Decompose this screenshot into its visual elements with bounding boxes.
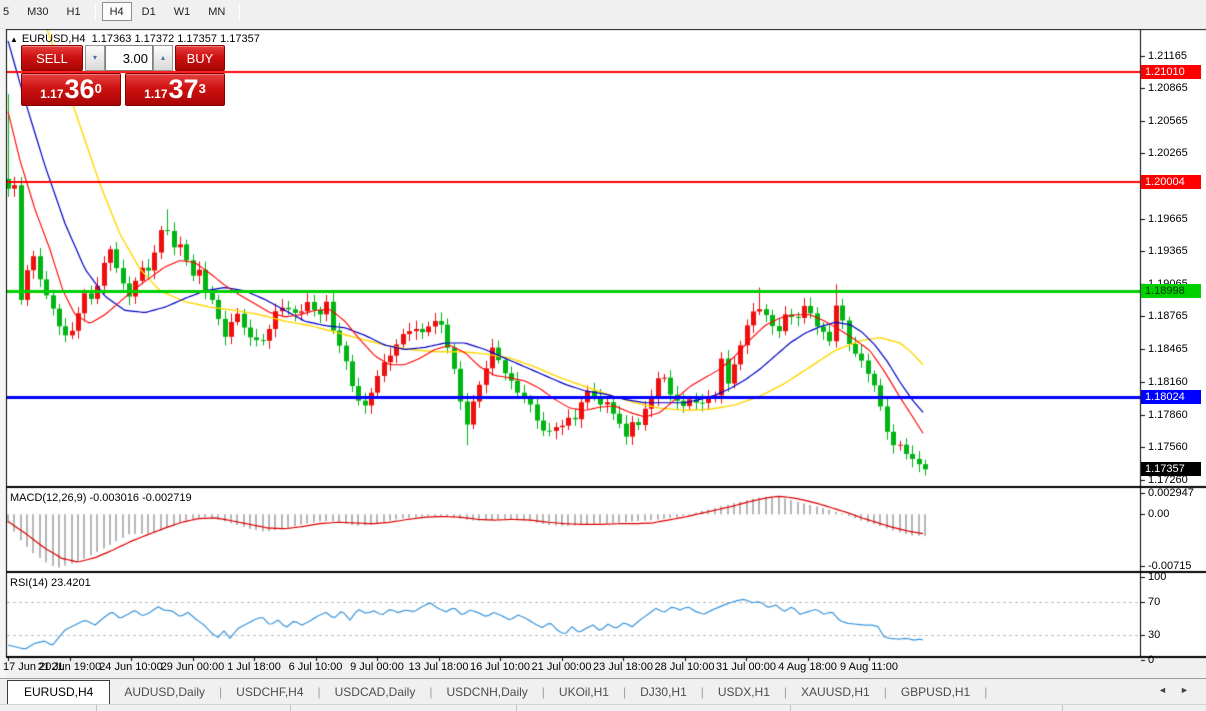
chart-header: ▲ EURUSD,H4 1.17363 1.17372 1.17357 1.173…	[10, 33, 260, 45]
time-axis-label: 29 Jun 00:00	[160, 661, 225, 673]
tab-eurusd-h4[interactable]: EURUSD,H4	[7, 679, 111, 704]
tab-usdchf-h4[interactable]: USDCHF,H4	[222, 680, 317, 704]
price-axis-label: 1.21165	[1148, 49, 1187, 62]
buy-price-big: 37	[168, 74, 199, 104]
tab-separator: |	[984, 684, 988, 699]
time-axis-label: 16 Jul 10:00	[470, 661, 530, 673]
status-pane-separator	[96, 705, 97, 711]
status-pane-separator	[290, 705, 291, 711]
timeframe-button-5[interactable]: 5	[0, 2, 17, 21]
status-pane-separator	[790, 705, 791, 711]
price-axis-label: 1.20865	[1148, 82, 1188, 95]
price-line-badge: 1.20004	[1141, 174, 1201, 189]
time-axis-label: 9 Aug 11:00	[840, 661, 898, 673]
chevron-up-icon: ▴	[160, 53, 165, 62]
rsi-axis-label: 30	[1148, 629, 1161, 642]
time-axis-label: 13 Jul 18:00	[408, 661, 469, 673]
volume-decrease-button[interactable]: ▾	[85, 45, 105, 71]
sell-button[interactable]: SELL	[21, 45, 83, 71]
status-pane-separator	[1062, 705, 1063, 711]
time-axis-label: 23 Jul 18:00	[593, 661, 653, 673]
time-axis-label: 28 Jul 10:00	[654, 661, 715, 673]
macd-axis-label: 0.00	[1148, 508, 1170, 521]
timeframe-button-m30[interactable]: M30	[19, 2, 56, 21]
time-axis-label: 1 Jul 18:00	[227, 661, 281, 673]
toolbar-separator	[94, 3, 96, 20]
tab-usdcad-daily[interactable]: USDCAD,Daily	[321, 680, 430, 704]
sell-price-prefix: 1.17	[40, 87, 64, 101]
time-axis-label: 31 Jul 00:00	[716, 661, 776, 673]
rsi-axis-label: 70	[1148, 595, 1161, 608]
buy-button[interactable]: BUY	[175, 45, 225, 71]
rsi-axis-label: 0	[1148, 654, 1155, 666]
timeframe-button-mn[interactable]: MN	[200, 2, 233, 21]
tab-scroll-left-icon[interactable]: ◄	[1158, 685, 1167, 695]
rsi-axis-label: 100	[1148, 570, 1167, 583]
buy-price-tile[interactable]: 1.17 37 3	[125, 73, 225, 106]
chevron-down-icon: ▾	[92, 53, 97, 62]
time-axis-label: 4 Aug 18:00	[778, 661, 837, 673]
status-pane-separator	[516, 705, 517, 711]
symbol-tab-bar: EURUSD,H4 AUDUSD,Daily | USDCHF,H4 | USDCAD,D…	[0, 678, 1206, 704]
price-axis-label: 1.20565	[1148, 114, 1188, 127]
price-line-badge: 1.17357	[1141, 462, 1201, 477]
buy-price-prefix: 1.17	[144, 87, 168, 101]
price-axis-label: 1.18465	[1148, 342, 1188, 355]
chart-collapse-icon[interactable]: ▲	[10, 35, 18, 44]
price-axis-label: 1.17560	[1148, 441, 1188, 454]
timeframe-toolbar: 5 M30 H1 H4 D1 W1 MN	[0, 0, 1206, 29]
price-axis-label: 1.17860	[1148, 408, 1188, 421]
macd-indicator-label: MACD(12,26,9) -0.003016 -0.002719	[10, 492, 192, 504]
sell-price-tile[interactable]: 1.17 36 0	[21, 73, 121, 106]
sell-price-big: 36	[64, 74, 95, 104]
time-axis-label: 6 Jul 10:00	[288, 661, 343, 673]
chart-quotes-ohlc: 1.17363 1.17372 1.17357 1.17357	[91, 33, 260, 45]
status-strip	[0, 704, 1206, 711]
time-axis-label: 21 Jun 19:00	[37, 661, 102, 673]
tab-gbpusd-h1[interactable]: GBPUSD,H1	[887, 680, 984, 704]
price-line-badge: 1.21010	[1141, 65, 1201, 80]
tab-audusd-daily[interactable]: AUDUSD,Daily	[110, 680, 219, 704]
macd-axis-label: 0.002947	[1148, 486, 1194, 499]
one-click-trade-panel: SELL ▾ ▴ BUY 1.17 36 0 1.17 37 3	[21, 45, 225, 106]
price-axis-label: 1.18160	[1148, 376, 1188, 389]
price-axis-label: 1.19665	[1148, 212, 1188, 225]
price-chart-canvas[interactable]	[0, 0, 1206, 711]
chart-symbol-label: EURUSD,H4	[21, 33, 86, 45]
price-axis-label: 1.18765	[1148, 310, 1188, 323]
tab-usdx-h1[interactable]: USDX,H1	[704, 680, 784, 704]
price-line-badge: 1.18024	[1141, 389, 1201, 404]
volume-input[interactable]	[105, 45, 153, 71]
rsi-indicator-label: RSI(14) 23.4201	[10, 577, 91, 589]
volume-increase-button[interactable]: ▴	[153, 45, 173, 71]
time-axis-label: 24 Jun 10:00	[99, 661, 163, 673]
price-axis-label: 1.19365	[1148, 245, 1188, 258]
tab-dj30-h1[interactable]: DJ30,H1	[626, 680, 701, 704]
price-line-badge: 1.18998	[1141, 284, 1201, 299]
tab-ukoil-h1[interactable]: UKOil,H1	[545, 680, 623, 704]
timeframe-button-d1[interactable]: D1	[134, 2, 164, 21]
price-axis-label: 1.20265	[1148, 147, 1188, 160]
time-axis-label: 9 Jul 00:00	[350, 661, 404, 673]
timeframe-button-h1[interactable]: H1	[59, 2, 89, 21]
tab-scroll-right-icon[interactable]: ►	[1180, 685, 1189, 695]
time-axis-label: 21 Jul 00:00	[531, 661, 592, 673]
sell-price-pip: 0	[94, 81, 102, 96]
toolbar-separator	[239, 3, 241, 20]
timeframe-button-h4[interactable]: H4	[101, 2, 132, 21]
timeframe-button-w1[interactable]: W1	[166, 2, 199, 21]
tab-xauusd-h1[interactable]: XAUUSD,H1	[787, 680, 884, 704]
tab-usdcnh-daily[interactable]: USDCNH,Daily	[432, 680, 541, 704]
buy-price-pip: 3	[198, 81, 206, 96]
trading-terminal-window: 5 M30 H1 H4 D1 W1 MN ▲ EURUSD,H4 1.17363 1.1737…	[0, 0, 1206, 711]
